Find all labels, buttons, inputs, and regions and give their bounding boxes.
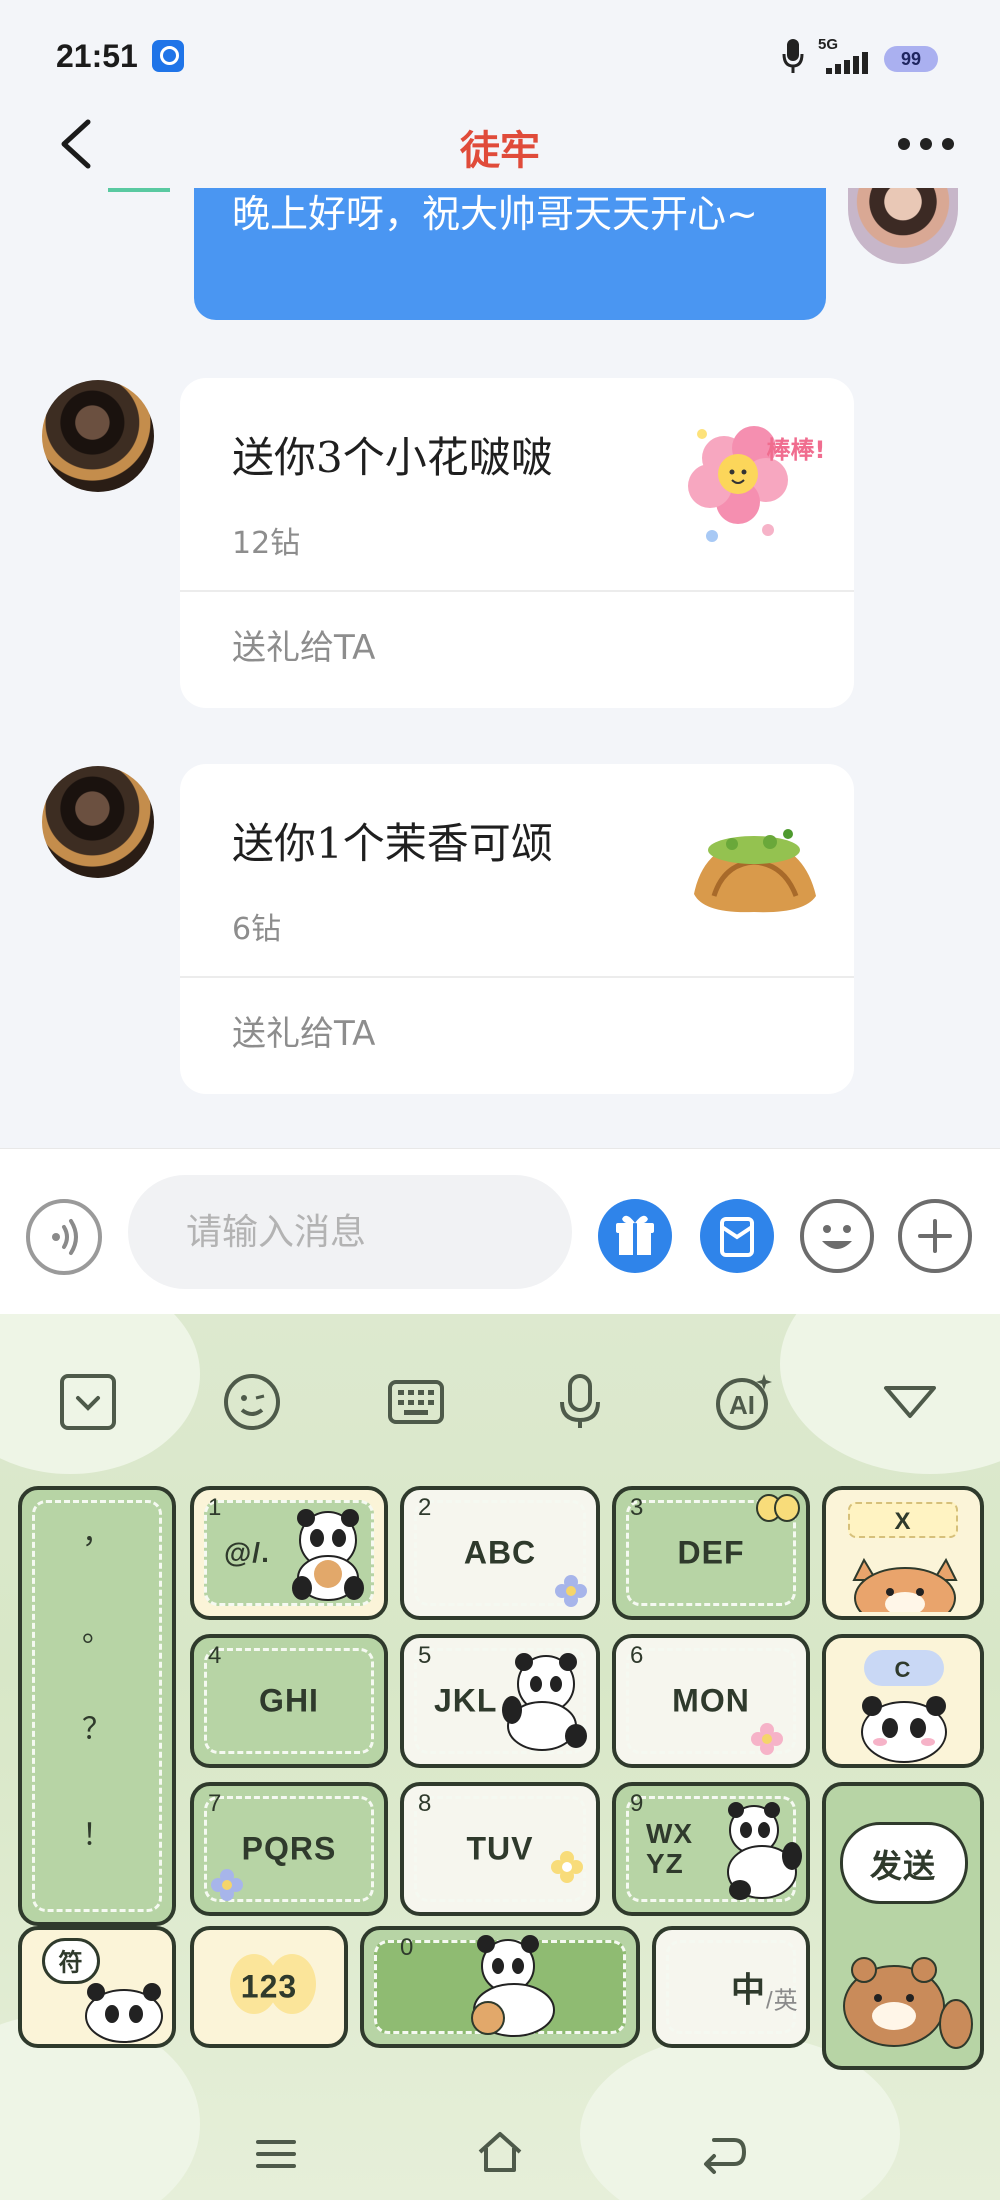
lang-alt: /英 [766, 1987, 799, 2015]
microphone-status-icon [782, 39, 804, 73]
plus-icon [918, 1219, 952, 1253]
key-9[interactable]: 9 WX YZ [612, 1782, 810, 1916]
gift-title: 送你3个小花啵啵 [232, 433, 553, 482]
flower-icon [211, 1869, 243, 1901]
send-key[interactable]: 发送 [822, 1782, 984, 2070]
emoji-button[interactable] [800, 1199, 874, 1273]
panda-sticker [502, 1653, 587, 1751]
send-gift-link[interactable]: 送礼给TA [232, 1006, 375, 1055]
flower-icon [751, 1723, 783, 1755]
gift-title: 送你1个茉香可颂 [232, 819, 553, 868]
symbols-key[interactable]: 符 [18, 1926, 176, 2048]
gift-divider [180, 976, 854, 978]
flower-sticker-image: 棒棒! [688, 426, 824, 542]
send-label: 发送 [869, 1848, 936, 1884]
clear-label: C [894, 1657, 912, 1682]
chat-messages[interactable]: 晚上好呀，祝大帅哥天天开心~ 送你3个小花啵啵 12钻 棒棒! 送礼给TA 送你… [0, 188, 1000, 1148]
key-3[interactable]: 3 DEF [612, 1486, 810, 1620]
butterfly-icon [756, 1494, 800, 1522]
shiba-sticker [852, 1557, 958, 1612]
numbers-key[interactable]: 123 [190, 1926, 348, 2048]
key-4[interactable]: 4 GHI [190, 1634, 388, 1768]
svg-text:AI: AI [729, 1390, 755, 1420]
key-5[interactable]: 5 JKL [400, 1634, 600, 1768]
chat-title: 徒牢 [460, 128, 540, 174]
symbols-label: 符 [58, 1949, 84, 1977]
key-8[interactable]: 8 TUV [400, 1782, 600, 1916]
gift-card[interactable]: 送你1个茉香可颂 6钻 送礼给TA [180, 764, 854, 1094]
gift-price: 6钻 [232, 912, 282, 947]
lang-main: 中 [731, 1971, 766, 2010]
divider [108, 188, 170, 192]
punctuation-column[interactable]: ， 。 ？ ！ [18, 1486, 176, 1926]
keyboard: AI ， 。 ？ ！ 1 @/. 2 ABC 3 DEF X 4 GHI 5 J… [0, 1314, 1000, 2200]
voice-typing-icon[interactable] [548, 1370, 612, 1434]
punct-comma[interactable]: ， [22, 1508, 172, 1552]
keyboard-layout-icon[interactable] [384, 1370, 448, 1434]
croissant-image [694, 829, 816, 913]
smiley-icon [822, 1225, 852, 1249]
message-input-bar [0, 1148, 1000, 1314]
send-gift-link[interactable]: 送礼给TA [232, 620, 375, 669]
home-icon[interactable] [474, 2128, 526, 2176]
key-7[interactable]: 7 PQRS [190, 1782, 388, 1916]
sound-wave-icon [52, 1219, 78, 1255]
emoji-panel-icon[interactable] [220, 1370, 284, 1434]
gift-price: 12钻 [232, 526, 301, 561]
flower-icon [551, 1851, 583, 1883]
gift-divider [180, 590, 854, 592]
sticker-text: 棒棒! [767, 436, 824, 464]
key-6[interactable]: 6 MON [612, 1634, 810, 1768]
my-message-bubble[interactable]: 晚上好呀，祝大帅哥天天开心~ [194, 188, 826, 320]
key-1[interactable]: 1 @/. [190, 1486, 388, 1620]
back-icon[interactable] [700, 2132, 748, 2176]
punct-period[interactable]: 。 [22, 1606, 172, 1650]
key-2[interactable]: 2 ABC [400, 1486, 600, 1620]
battery-indicator: 99 [884, 46, 938, 72]
raccoon-sticker [843, 1957, 973, 2049]
gift-card[interactable]: 送你3个小花啵啵 12钻 棒棒! 送礼给TA [180, 378, 854, 708]
network-type: 5G [818, 36, 839, 53]
app-notification-icon [152, 40, 184, 72]
clear-key[interactable]: C [822, 1634, 984, 1768]
signal-icon [826, 52, 868, 74]
ai-assistant-icon[interactable]: AI [712, 1370, 776, 1434]
collapse-keyboard-icon[interactable] [56, 1370, 120, 1434]
voice-input-button[interactable] [26, 1199, 102, 1275]
panda-sticker [727, 1802, 802, 1900]
red-packet-button[interactable] [700, 1199, 774, 1273]
punct-question[interactable]: ？ [22, 1704, 172, 1748]
system-navigation-bar [0, 2114, 1000, 2200]
status-time: 21:51 [56, 38, 138, 74]
gift-box-icon [616, 1215, 654, 1255]
peer-avatar[interactable] [42, 766, 154, 878]
menu-icon[interactable] [254, 2134, 298, 2174]
hide-keyboard-icon[interactable] [878, 1370, 942, 1434]
more-options-icon[interactable] [894, 126, 958, 162]
message-input[interactable] [128, 1175, 572, 1289]
chat-header: 徒牢 [0, 100, 1000, 188]
status-bar: 21:51 5G 99 [0, 0, 1000, 100]
delete-key[interactable]: X [822, 1486, 984, 1620]
punct-exclaim[interactable]: ！ [22, 1810, 172, 1854]
zero-label: 0 [400, 1934, 414, 1961]
flower-icon [555, 1575, 587, 1607]
gift-button[interactable] [598, 1199, 672, 1273]
delete-label: X [894, 1508, 912, 1535]
language-switch-key[interactable]: 中 /英 [652, 1926, 810, 2048]
panda-sticker [471, 1935, 555, 2037]
peer-avatar[interactable] [42, 380, 154, 492]
numbers-label: 123 [240, 1968, 298, 2005]
panda-sticker [292, 1509, 364, 1601]
my-avatar[interactable] [848, 188, 958, 264]
panda-sticker [861, 1696, 947, 1763]
more-actions-button[interactable] [898, 1199, 972, 1273]
red-packet-icon [720, 1217, 754, 1257]
space-key[interactable]: 0 [360, 1926, 640, 2048]
panda-sticker [85, 1983, 163, 2043]
